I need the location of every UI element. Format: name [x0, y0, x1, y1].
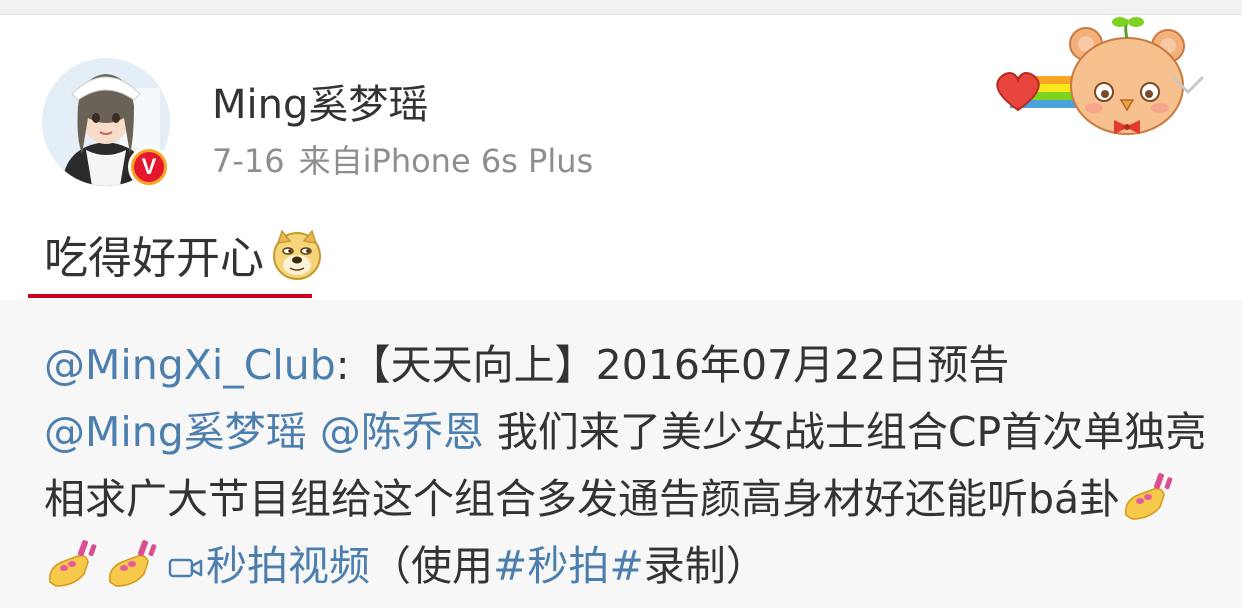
- post-text-content: 吃得好开心: [44, 233, 264, 284]
- hashtag-link[interactable]: #秒拍#: [493, 542, 644, 590]
- nail-polish-emoji-icon: [109, 540, 157, 587]
- verified-v-icon: V: [128, 146, 170, 188]
- quoted-title: 【天天向上】2016年07月22日预告: [349, 341, 1010, 389]
- post-date: 7-16: [212, 142, 285, 180]
- video-icon: [168, 558, 203, 578]
- post-source: 来自iPhone 6s Plus: [298, 142, 594, 180]
- nail-polish-emoji-icon: [49, 540, 97, 587]
- top-divider: [0, 0, 1242, 15]
- nail-polish-emoji-icon: [1125, 473, 1173, 520]
- bear-heart-sticker-icon: [996, 17, 1185, 135]
- post-meta: 7-16 来自iPhone 6s Plus: [212, 136, 593, 182]
- quoted-post[interactable]: @MingXi_Club:【天天向上】2016年07月22日预告 @Ming奚梦…: [0, 300, 1242, 608]
- username[interactable]: Ming奚梦瑶: [212, 72, 428, 130]
- post-text: 吃得好开心: [44, 222, 324, 286]
- mention-link-2[interactable]: @陈乔恩: [320, 408, 484, 456]
- paren-open: （使用: [370, 542, 493, 590]
- chevron-down-icon[interactable]: [1168, 68, 1208, 98]
- verified-badge-label: V: [134, 152, 164, 182]
- quoted-colon: :: [335, 341, 350, 389]
- active-tab-underline: [28, 294, 312, 298]
- mention-link-1[interactable]: @Ming奚梦瑶: [44, 408, 307, 456]
- video-link[interactable]: 秒拍视频: [206, 542, 370, 590]
- mention-author-link[interactable]: @MingXi_Club: [44, 341, 336, 389]
- doge-emoji-icon: [273, 229, 321, 280]
- quoted-post-text: @MingXi_Club:【天天向上】2016年07月22日预告 @Ming奚梦…: [44, 332, 1214, 600]
- paren-close: 录制）: [643, 542, 767, 590]
